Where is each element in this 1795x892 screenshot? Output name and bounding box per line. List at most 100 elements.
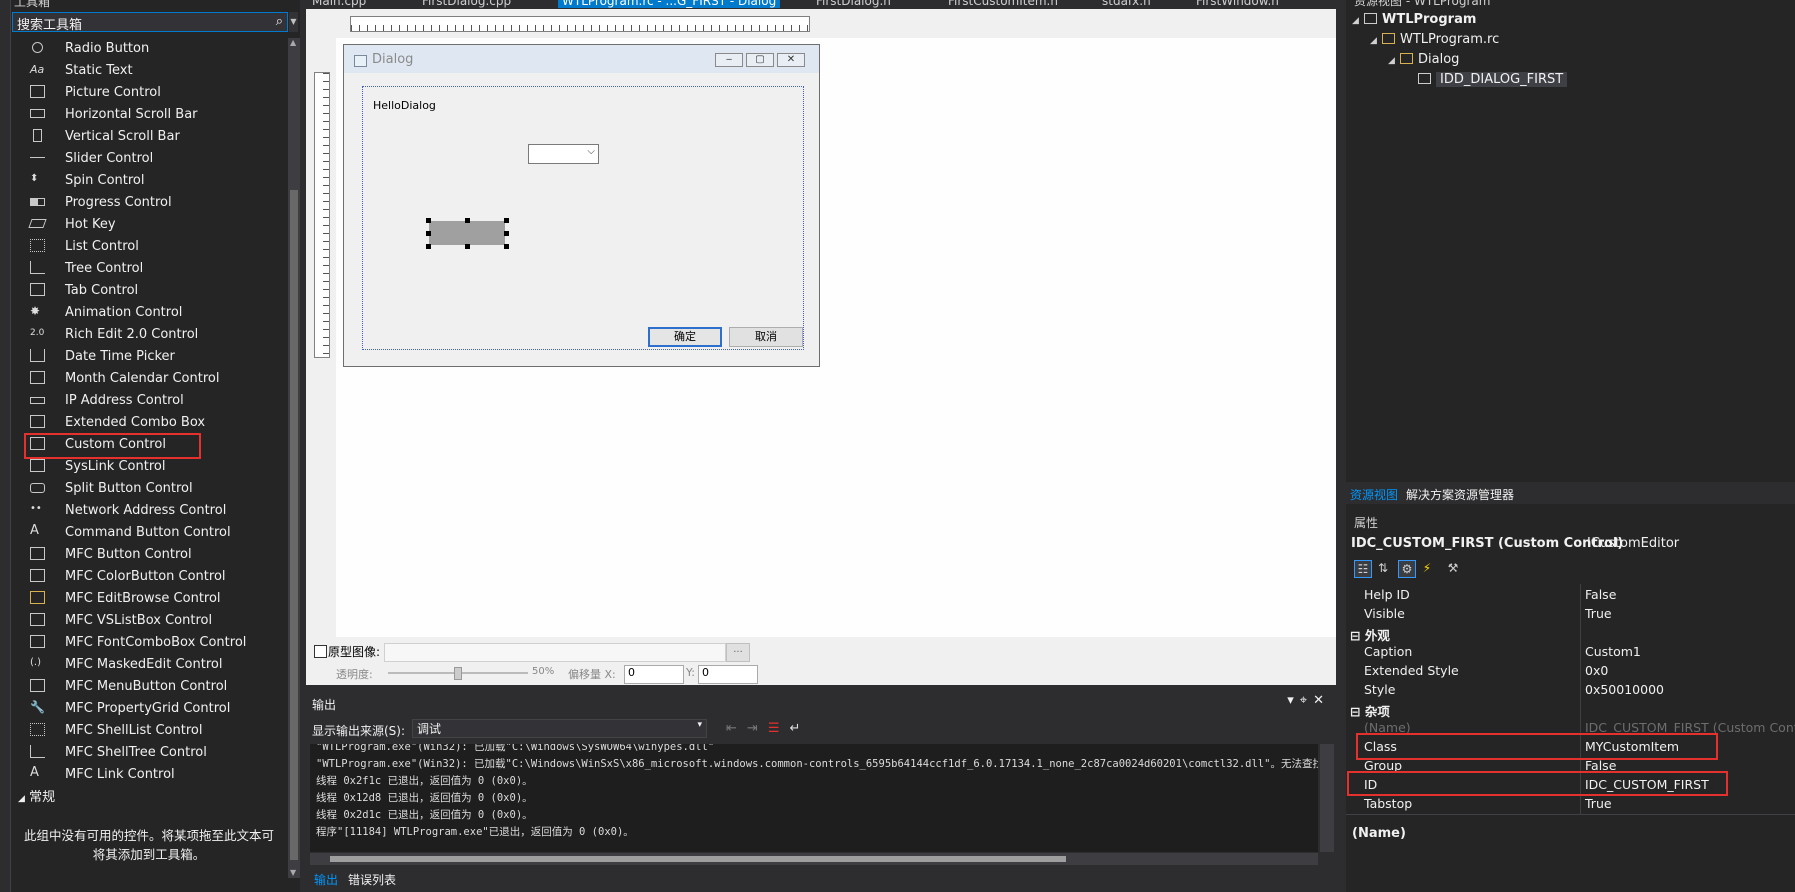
toolbox-group-general[interactable]: ◢ 常规 bbox=[18, 786, 55, 805]
tree-node-project[interactable]: ◢ WTLProgram bbox=[1352, 12, 1476, 27]
wrench-icon[interactable]: ⚒ bbox=[1444, 560, 1462, 578]
pin-icon[interactable]: ⌖ bbox=[1300, 693, 1313, 708]
vertical-ruler[interactable] bbox=[314, 72, 330, 358]
toolbox-item-mfc-fontcombobox[interactable]: MFC FontComboBox Control bbox=[24, 632, 284, 654]
tab-firstcustomitem-h[interactable]: FirstCustomItem.h bbox=[948, 0, 1058, 8]
hello-static-text[interactable]: HelloDialog bbox=[373, 99, 436, 112]
word-wrap-icon[interactable]: ↵ bbox=[789, 721, 810, 736]
property-row-help-id[interactable]: Help ID False bbox=[1346, 586, 1795, 605]
tab-main-cpp[interactable]: Main.cpp bbox=[312, 0, 366, 8]
tab-error-list[interactable]: 错误列表 bbox=[348, 871, 396, 888]
resize-handle[interactable] bbox=[504, 244, 509, 249]
tree-node-idd-dialog-first[interactable]: IDD_DIALOG_FIRST bbox=[1418, 72, 1568, 87]
toolbox-item-extended-combo-box[interactable]: Extended Combo Box bbox=[24, 412, 284, 434]
tab-firstdialog-cpp[interactable]: FirstDialog.cpp bbox=[422, 0, 511, 8]
toolbox-item-syslink[interactable]: SysLink Control bbox=[24, 456, 284, 478]
tree-node-dialog-folder[interactable]: ◢ Dialog bbox=[1388, 52, 1459, 67]
tab-solution-explorer[interactable]: 解决方案资源管理器 bbox=[1406, 486, 1514, 503]
property-value[interactable]: True bbox=[1585, 606, 1612, 621]
toolbox-item-split-button[interactable]: Split Button Control bbox=[24, 478, 284, 500]
toolbox-item-month-calendar[interactable]: Month Calendar Control bbox=[24, 368, 284, 390]
property-value[interactable]: 0x50010000 bbox=[1585, 682, 1664, 697]
find-prev-icon[interactable]: ⇤ bbox=[726, 721, 747, 736]
toolbox-item-mfc-vslistbox[interactable]: MFC VSListBox Control bbox=[24, 610, 284, 632]
property-category-misc[interactable]: ⊟ 杂项 bbox=[1346, 700, 1795, 719]
categorized-icon[interactable]: ☷ bbox=[1354, 560, 1372, 578]
alphabetical-icon[interactable]: ⇅ bbox=[1374, 560, 1392, 578]
offset-y-input[interactable]: 0 bbox=[698, 665, 758, 684]
resize-handle[interactable] bbox=[504, 231, 509, 236]
scroll-down-icon[interactable]: ▼ bbox=[290, 868, 296, 877]
prototype-image-path-field[interactable] bbox=[384, 643, 726, 662]
toolbox-item-animation-control[interactable]: ✸ Animation Control bbox=[24, 302, 284, 324]
resize-handle[interactable] bbox=[465, 218, 470, 223]
search-dropdown-icon[interactable]: ▼ bbox=[289, 12, 298, 32]
toolbox-item-mfc-maskededit[interactable]: (.) MFC MaskedEdit Control bbox=[24, 654, 284, 676]
property-row-style[interactable]: Style 0x50010000 bbox=[1346, 681, 1795, 700]
clear-all-icon[interactable]: ☰ bbox=[768, 721, 790, 736]
collapse-icon[interactable]: ⊟ bbox=[1350, 704, 1360, 719]
tab-firstwindow-h[interactable]: FirstWindow.h bbox=[1196, 0, 1279, 8]
toolbox-item-horizontal-scroll-bar[interactable]: Horizontal Scroll Bar bbox=[24, 104, 284, 126]
toolbox-item-mfc-shelltree[interactable]: MFC ShellTree Control bbox=[24, 742, 284, 764]
offset-x-input[interactable]: 0 bbox=[624, 665, 684, 684]
toolbox-item-mfc-editbrowse[interactable]: MFC EditBrowse Control bbox=[24, 588, 284, 610]
property-value[interactable]: 0x0 bbox=[1585, 663, 1608, 678]
toolbox-item-mfc-propertygrid[interactable]: 🔧 MFC PropertyGrid Control bbox=[24, 698, 284, 720]
toolbox-item-rich-edit[interactable]: 2.0 Rich Edit 2.0 Control bbox=[24, 324, 284, 346]
dialog-combo-box[interactable]: ⌵ bbox=[528, 144, 599, 164]
tab-wtlprogram-rc[interactable]: WTLProgram.rc - ...G_FIRST - Dialog bbox=[558, 0, 781, 8]
expand-arrow-icon[interactable]: ◢ bbox=[1370, 36, 1382, 46]
opacity-slider-thumb[interactable] bbox=[454, 667, 462, 680]
property-category-appearance[interactable]: ⊟ 外观 bbox=[1346, 624, 1795, 643]
toolbox-item-picture-control[interactable]: Picture Control bbox=[24, 82, 284, 104]
property-row-extended-style[interactable]: Extended Style 0x0 bbox=[1346, 662, 1795, 681]
toolbox-item-radio-button[interactable]: Radio Button bbox=[24, 38, 284, 60]
dialog-preview[interactable]: Dialog ‒ ▢ ✕ HelloDialog ⌵ 确定 取消 bbox=[343, 44, 820, 367]
toolbox-item-ip-address[interactable]: IP Address Control bbox=[24, 390, 284, 412]
resize-handle[interactable] bbox=[426, 231, 431, 236]
property-value[interactable]: True bbox=[1585, 796, 1612, 811]
toolbox-item-mfc-colorbutton[interactable]: MFC ColorButton Control bbox=[24, 566, 284, 588]
pane-controls[interactable]: ▾⌖✕ bbox=[1287, 693, 1330, 708]
custom-control-placeholder[interactable] bbox=[429, 221, 505, 245]
search-icon[interactable]: ⌕ bbox=[276, 14, 283, 29]
tab-stdafx-h[interactable]: stdafx.h bbox=[1102, 0, 1151, 8]
toolbox-item-progress-control[interactable]: Progress Control bbox=[24, 192, 284, 214]
toolbox-item-vertical-scroll-bar[interactable]: Vertical Scroll Bar bbox=[24, 126, 284, 148]
property-row-tabstop[interactable]: Tabstop True bbox=[1346, 795, 1795, 814]
toolbox-item-mfc-shelllist[interactable]: MFC ShellList Control bbox=[24, 720, 284, 742]
toolbox-item-tab-control[interactable]: Tab Control bbox=[24, 280, 284, 302]
prototype-image-checkbox[interactable] bbox=[314, 645, 327, 658]
tree-node-rc-file[interactable]: ◢ WTLProgram.rc bbox=[1370, 32, 1499, 47]
property-value[interactable]: Custom1 bbox=[1585, 644, 1641, 659]
resize-handle[interactable] bbox=[504, 218, 509, 223]
dialog-client-area[interactable]: HelloDialog ⌵ 确定 取消 bbox=[362, 86, 804, 350]
collapse-icon[interactable]: ⊟ bbox=[1350, 628, 1360, 643]
toolbox-item-tree-control[interactable]: Tree Control bbox=[24, 258, 284, 280]
toolbox-item-static-text[interactable]: Aa Static Text bbox=[24, 60, 284, 82]
expand-arrow-icon[interactable]: ◢ bbox=[1388, 56, 1400, 66]
toolbox-item-hot-key[interactable]: Hot Key bbox=[24, 214, 284, 236]
find-next-icon[interactable]: ⇥ bbox=[747, 721, 768, 736]
toolbox-scroll-thumb[interactable] bbox=[290, 190, 298, 860]
toolbox-item-network-address[interactable]: •• Network Address Control bbox=[24, 500, 284, 522]
toolbox-item-command-button[interactable]: A Command Button Control bbox=[24, 522, 284, 544]
toolbox-item-spin-control[interactable]: ⬍ Spin Control bbox=[24, 170, 284, 192]
prototype-browse-button[interactable]: ... bbox=[726, 643, 750, 662]
toolbox-item-slider-control[interactable]: Slider Control bbox=[24, 148, 284, 170]
toolbox-item-date-time-picker[interactable]: Date Time Picker bbox=[24, 346, 284, 368]
horizontal-ruler[interactable] bbox=[350, 16, 810, 32]
toolbox-item-mfc-menubutton[interactable]: MFC MenuButton Control bbox=[24, 676, 284, 698]
toolbox-item-mfc-button[interactable]: MFC Button Control bbox=[24, 544, 284, 566]
tab-output[interactable]: 输出 bbox=[314, 871, 338, 888]
properties-icon[interactable]: ⚙ bbox=[1398, 560, 1416, 578]
toolbox-item-mfc-link[interactable]: A MFC Link Control bbox=[24, 764, 284, 786]
tab-firstdialog-h[interactable]: FirstDialog.h bbox=[816, 0, 891, 8]
scroll-up-icon[interactable]: ▲ bbox=[290, 38, 296, 47]
output-horizontal-scroll-thumb[interactable] bbox=[330, 856, 1066, 862]
property-row-visible[interactable]: Visible True bbox=[1346, 605, 1795, 624]
output-source-select[interactable]: 调试 ▾ bbox=[412, 719, 707, 738]
dialog-ok-button[interactable]: 确定 bbox=[648, 327, 722, 347]
resize-handle[interactable] bbox=[426, 244, 431, 249]
